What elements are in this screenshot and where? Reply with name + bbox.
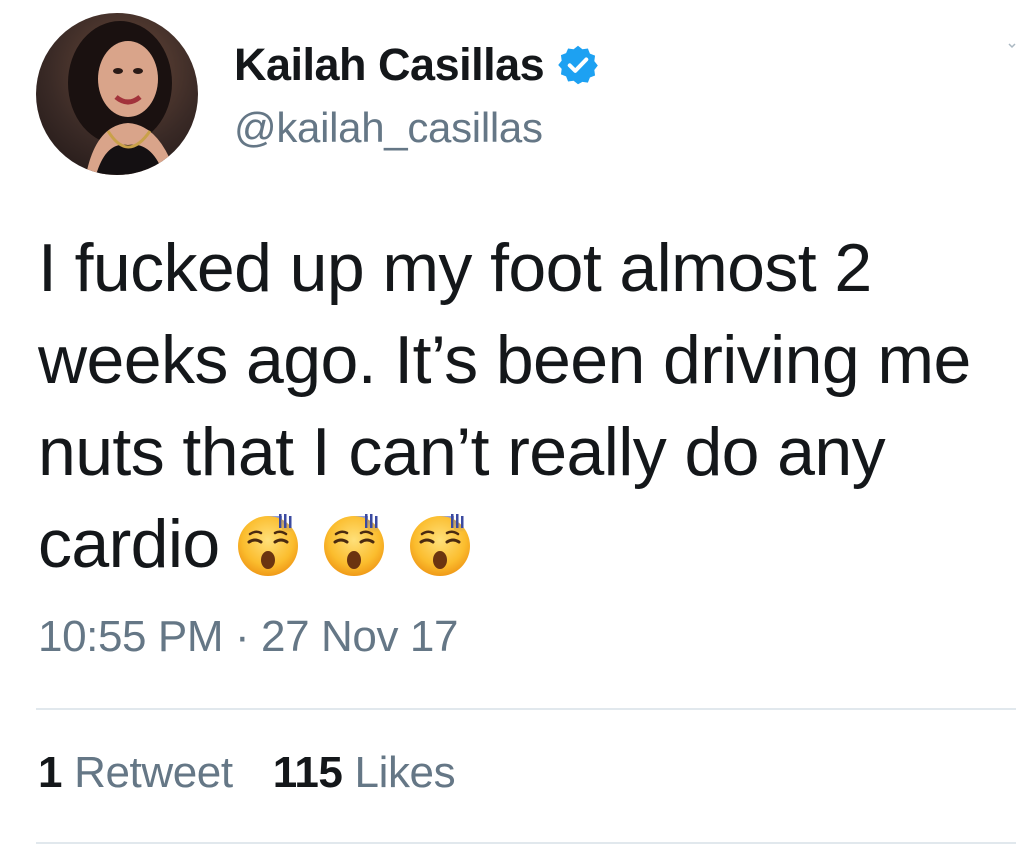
tweet-stats: 1 Retweet 115 Likes	[38, 748, 456, 798]
author-name-row: Kailah Casillas	[234, 36, 600, 94]
divider	[36, 708, 1016, 710]
divider	[36, 842, 1016, 844]
author-handle[interactable]: @kailah_casillas	[234, 104, 543, 152]
tweet-body: I fucked up my foot almost 2 weeks ago. …	[38, 230, 971, 582]
emoji-group	[234, 509, 474, 577]
likes-stat[interactable]: 115 Likes	[273, 748, 456, 798]
tweet-text: I fucked up my foot almost 2 weeks ago. …	[38, 222, 998, 590]
verified-badge-icon	[556, 43, 600, 87]
avatar[interactable]	[36, 13, 198, 175]
hushed-sweat-face-emoji-icon	[406, 509, 474, 577]
retweets-count: 1	[38, 748, 63, 797]
more-options-caret-icon[interactable]	[1008, 40, 1016, 54]
retweets-label: Retweet	[74, 748, 233, 797]
hushed-sweat-face-emoji-icon	[234, 509, 302, 577]
author-display-name[interactable]: Kailah Casillas	[234, 39, 545, 91]
tweet-timestamp[interactable]: 10:55 PM · 27 Nov 17	[38, 612, 458, 662]
likes-count: 115	[272, 748, 343, 797]
hushed-sweat-face-emoji-icon	[320, 509, 388, 577]
retweets-stat[interactable]: 1 Retweet	[38, 748, 233, 798]
likes-label: Likes	[354, 748, 456, 797]
